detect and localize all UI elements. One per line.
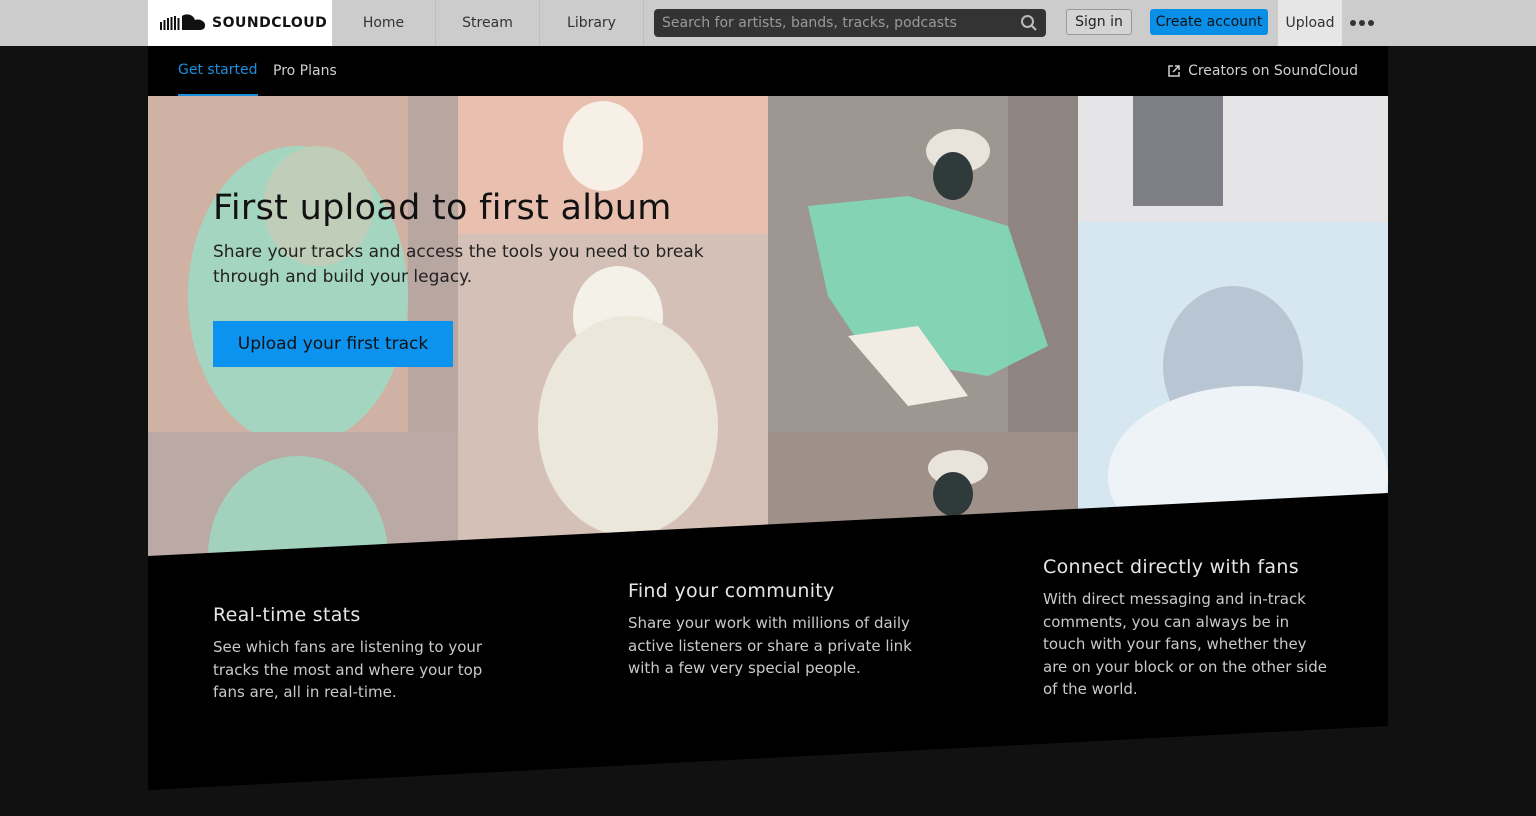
search-icon[interactable] xyxy=(1020,14,1038,32)
top-header: SOUNDCLOUD Home Stream Library Sign in C… xyxy=(0,0,1536,46)
feature-title: Find your community xyxy=(628,580,835,602)
feature-realtime-stats: Real-time stats See which fans are liste… xyxy=(213,604,503,704)
tab-pro-plans[interactable]: Pro Plans xyxy=(273,46,337,96)
creators-subnav: Get started Pro Plans Creators on SoundC… xyxy=(148,46,1388,96)
hero-text: First upload to first album Share your t… xyxy=(213,188,773,290)
create-account-button[interactable]: Create account xyxy=(1150,9,1268,35)
feature-title: Real-time stats xyxy=(213,604,361,626)
dot xyxy=(1359,20,1365,26)
search-input[interactable] xyxy=(662,15,1012,31)
nav-library[interactable]: Library xyxy=(540,0,644,46)
soundcloud-logo-icon xyxy=(160,14,206,30)
nav-stream[interactable]: Stream xyxy=(436,0,540,46)
hero-title: First upload to first album xyxy=(213,188,672,228)
hero-subtitle: Share your tracks and access the tools y… xyxy=(213,242,704,287)
sign-in-button[interactable]: Sign in xyxy=(1066,9,1132,35)
creators-label: Creators on SoundCloud xyxy=(1188,63,1358,79)
more-dots-icon[interactable] xyxy=(1350,15,1380,31)
feature-text: See which fans are listening to your tra… xyxy=(213,638,483,701)
header-inner: SOUNDCLOUD Home Stream Library Sign in C… xyxy=(148,0,1388,46)
feature-community: Find your community Share your work with… xyxy=(628,580,918,680)
dot xyxy=(1350,20,1356,26)
hero-banner: First upload to first album Share your t… xyxy=(148,96,1388,556)
feature-connect-fans: Connect directly with fans With direct m… xyxy=(1043,556,1333,701)
feature-text: With direct messaging and in-track comme… xyxy=(1043,590,1327,698)
feature-text: Share your work with millions of daily a… xyxy=(628,614,912,677)
creators-link[interactable]: Creators on SoundCloud xyxy=(1168,46,1358,96)
upload-link[interactable]: Upload xyxy=(1278,0,1342,46)
dot xyxy=(1368,20,1374,26)
tab-get-started[interactable]: Get started xyxy=(178,46,258,96)
soundcloud-logo[interactable]: SOUNDCLOUD xyxy=(148,0,332,46)
feature-title: Connect directly with fans xyxy=(1043,556,1299,578)
logo-text: SOUNDCLOUD xyxy=(212,15,328,31)
nav-home[interactable]: Home xyxy=(332,0,436,46)
search-box xyxy=(654,9,1046,37)
upload-first-track-button[interactable]: Upload your first track xyxy=(213,321,453,367)
external-link-icon xyxy=(1168,65,1180,77)
